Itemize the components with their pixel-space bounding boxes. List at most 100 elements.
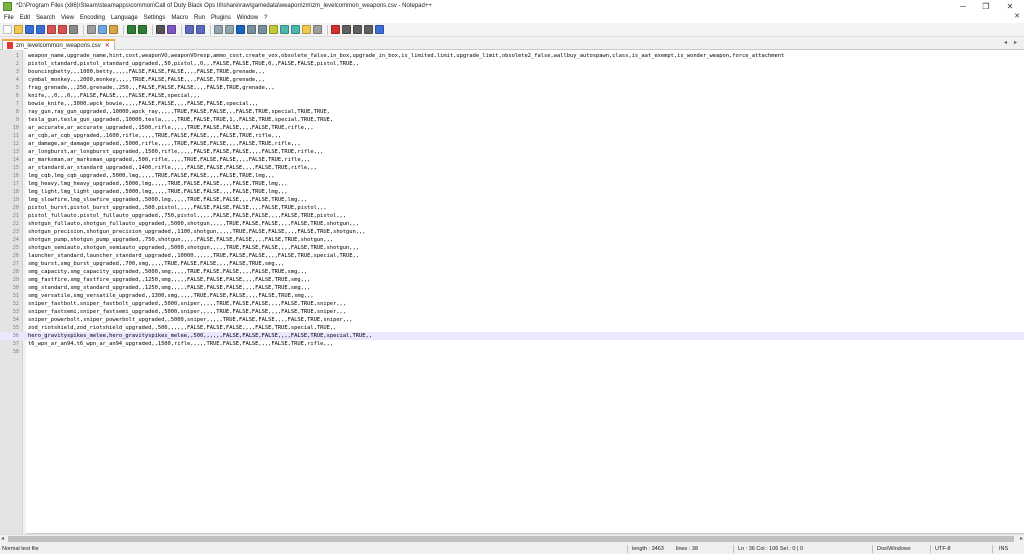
line-text[interactable]: smg_capacity,smg_capacity_upgraded,,5000… [28, 268, 307, 276]
scrollbar-thumb[interactable] [8, 536, 1014, 542]
save-macro-icon[interactable] [375, 25, 384, 34]
editor-line[interactable]: 21 pistol_fullauto,pistol_fullauto_upgrad… [0, 212, 1024, 220]
editor-line[interactable]: 26 launcher_standard,launcher_standard_up… [0, 252, 1024, 260]
editor-line[interactable]: 24 shotgun_pump,shotgun_pump_upgraded,,75… [0, 236, 1024, 244]
menu-plugins[interactable]: Plugins [211, 15, 231, 21]
line-text[interactable]: pistol_standard,pistol_standard_upgraded… [28, 60, 359, 68]
line-text[interactable]: smg_versatile,smg_versatile_upgraded,,13… [28, 292, 314, 300]
line-text[interactable]: smg_fastfire,smg_fastfire_upgraded,,1250… [28, 276, 310, 284]
line-text[interactable]: cymbal_monkey,,,2000,monkey,,,,,TRUE,FAL… [28, 76, 265, 84]
tab-close-icon[interactable]: ✕ [105, 42, 110, 49]
line-text[interactable]: sniper_fastbolt,sniper_fastbolt_upgraded… [28, 300, 346, 308]
line-text[interactable]: zod_riotshield,zod_riotshield_upgraded,,… [28, 324, 336, 332]
zoom-in-icon[interactable] [185, 25, 194, 34]
editor-line[interactable]: 27 smg_burst,smg_burst_upgraded,,700,smg,… [0, 260, 1024, 268]
editor-line[interactable]: 18 lmg_light,lmg_light_upgraded,,5000,lmg… [0, 188, 1024, 196]
editor-line[interactable]: 28 smg_capacity,smg_capacity_upgraded,,50… [0, 268, 1024, 276]
editor-line[interactable]: 35 zod_riotshield,zod_riotshield_upgraded… [0, 324, 1024, 332]
folder-workspace-icon[interactable] [302, 25, 311, 34]
cut-icon[interactable] [87, 25, 96, 34]
line-text[interactable]: lmg_cqb,lmg_cqb_upgraded,,5000,lmg,,,,,T… [28, 172, 275, 180]
line-text[interactable]: shotgun_fullauto,shotgun_fullauto_upgrad… [28, 220, 359, 228]
editor-line[interactable]: 36 hero_gravityspikes_melee,hero_gravitys… [0, 332, 1024, 340]
play-macro-icon[interactable] [353, 25, 362, 34]
close-window-button[interactable]: ✕ [999, 0, 1021, 12]
editor-line[interactable]: 17 lmg_heavy,lmg_heavy_upgraded,,5000,lmg… [0, 180, 1024, 188]
editor-line[interactable]: 38 [0, 348, 1024, 356]
line-text[interactable]: t6_wpn_ar_an94,t6_wpn_ar_an94_upgraded,,… [28, 340, 333, 348]
tab-scroll-left-icon[interactable]: ◂ [1004, 39, 1007, 46]
zoom-out-icon[interactable] [196, 25, 205, 34]
line-text[interactable]: ar_longburst,ar_longburst_upgraded,,1500… [28, 148, 323, 156]
line-text[interactable]: ar_standard,ar_standard_upgraded,,1400,r… [28, 164, 317, 172]
line-text[interactable]: ar_damage,ar_damage_upgraded,,5000,rifle… [28, 140, 301, 148]
maximize-button[interactable]: ❐ [975, 0, 997, 12]
editor-line[interactable]: 1 weapon_name,upgrade_name,hint,cost,weap… [0, 52, 1024, 60]
stop-record-icon[interactable] [342, 25, 351, 34]
close-icon[interactable] [47, 25, 56, 34]
menu-language[interactable]: Language [111, 15, 138, 21]
editor-line[interactable]: 7 bowie_knife,,,3000,wpck_bowie,,,,,FALSE… [0, 100, 1024, 108]
line-text[interactable]: lmg_slowfire,lmg_slowfire_upgraded,,5000… [28, 196, 307, 204]
editor-line[interactable]: 31 smg_versatile,smg_versatile_upgraded,,… [0, 292, 1024, 300]
editor-line[interactable]: 23 shotgun_precision,shotgun_precision_up… [0, 228, 1024, 236]
editor-line[interactable]: 4 cymbal_monkey,,,2000,monkey,,,,,TRUE,FA… [0, 76, 1024, 84]
close-document-button[interactable]: ✕ [1014, 12, 1020, 20]
editor-line[interactable]: 34 sniper_powerbolt,sniper_powerbolt_upgr… [0, 316, 1024, 324]
word-wrap-icon[interactable] [236, 25, 245, 34]
indent-guide-icon[interactable] [258, 25, 267, 34]
line-text[interactable]: frag_grenade,,,250,grenade,,250,,,FALSE,… [28, 84, 275, 92]
editor-line[interactable]: 11 ar_cqb,ar_cqb_upgraded,,1600,rifle,,,,… [0, 132, 1024, 140]
editor-line[interactable]: 14 ar_marksman,ar_marksman_upgraded,,500,… [0, 156, 1024, 164]
run-macro-multiple-icon[interactable] [364, 25, 373, 34]
sync-vertical-icon[interactable] [214, 25, 223, 34]
editor-line[interactable]: 15 ar_standard,ar_standard_upgraded,,1400… [0, 164, 1024, 172]
undo-icon[interactable] [127, 25, 136, 34]
scroll-right-arrow-icon[interactable]: ▸ [1020, 535, 1023, 543]
editor-line[interactable]: 33 sniper_fastsemi,sniper_fastsemi_upgrad… [0, 308, 1024, 316]
editor-line[interactable]: 13 ar_longburst,ar_longburst_upgraded,,15… [0, 148, 1024, 156]
editor-line[interactable]: 16 lmg_cqb,lmg_cqb_upgraded,,5000,lmg,,,,… [0, 172, 1024, 180]
menu-macro[interactable]: Macro [171, 15, 188, 21]
editor-line[interactable]: 22 shotgun_fullauto,shotgun_fullauto_upgr… [0, 220, 1024, 228]
record-macro-icon[interactable] [331, 25, 340, 34]
menu-run[interactable]: Run [194, 15, 205, 21]
editor-line[interactable]: 37 t6_wpn_ar_an94,t6_wpn_ar_an94_upgraded… [0, 340, 1024, 348]
line-text[interactable]: smg_standard,smg_standard_upgraded,,1250… [28, 284, 310, 292]
editor-line[interactable]: 6 knife,,,0,,,0,,,FALSE,FALSE,,,,FALSE,FA… [0, 92, 1024, 100]
user-lang-icon[interactable] [269, 25, 278, 34]
save-icon[interactable] [25, 25, 34, 34]
editor-line[interactable]: 2 pistol_standard,pistol_standard_upgrade… [0, 60, 1024, 68]
menu-encoding[interactable]: Encoding [80, 15, 105, 21]
text-lines[interactable]: 1 weapon_name,upgrade_name,hint,cost,weap… [0, 52, 1024, 356]
tab-zm-levelcommon-weapons[interactable]: zm_levelcommon_weapons.csv ✕ [2, 39, 115, 50]
line-text[interactable]: ar_cqb,ar_cqb_upgraded,,1600,rifle,,,,,T… [28, 132, 281, 140]
line-text[interactable]: hero_gravityspikes_melee,hero_gravityspi… [28, 332, 372, 340]
editor-line[interactable]: 10 ar_accurate,ar_accurate_upgraded,,1500… [0, 124, 1024, 132]
line-text[interactable]: tesla_gun,tesla_gun_upgraded,,10000,tesl… [28, 116, 333, 124]
tab-scroll-right-icon[interactable]: ▸ [1014, 39, 1017, 46]
line-text[interactable]: smg_burst,smg_burst_upgraded,,700,smg,,,… [28, 260, 284, 268]
redo-icon[interactable] [138, 25, 147, 34]
horizontal-scrollbar[interactable]: ◂ ▸ [0, 534, 1024, 542]
line-text[interactable]: shotgun_precision,shotgun_precision_upgr… [28, 228, 366, 236]
copy-icon[interactable] [98, 25, 107, 34]
editor-line[interactable]: 20 pistol_burst,pistol_burst_upgraded,,50… [0, 204, 1024, 212]
line-text[interactable]: bowie_knife,,,3000,wpck_bowie,,,,,FALSE,… [28, 100, 258, 108]
editor-line[interactable]: 9 tesla_gun,tesla_gun_upgraded,,10000,tes… [0, 116, 1024, 124]
menu-help[interactable]: ? [264, 15, 267, 21]
line-text[interactable]: ar_accurate,ar_accurate_upgraded,,1500,r… [28, 124, 314, 132]
menu-view[interactable]: View [61, 15, 74, 21]
print-icon[interactable] [69, 25, 78, 34]
line-text[interactable]: knife,,,0,,,0,,,FALSE,FALSE,,,,FALSE,FAL… [28, 92, 200, 100]
show-all-chars-icon[interactable] [247, 25, 256, 34]
scroll-left-arrow-icon[interactable]: ◂ [1, 535, 4, 543]
line-text[interactable]: ray_gun,ray_gun_upgraded,,10000,wpck_ray… [28, 108, 330, 116]
menu-search[interactable]: Search [36, 15, 55, 21]
editor-line[interactable]: 29 smg_fastfire,smg_fastfire_upgraded,,12… [0, 276, 1024, 284]
editor-line[interactable]: 19 lmg_slowfire,lmg_slowfire_upgraded,,50… [0, 196, 1024, 204]
line-text[interactable]: lmg_heavy,lmg_heavy_upgraded,,5000,lmg,,… [28, 180, 288, 188]
menu-file[interactable]: File [4, 15, 14, 21]
line-text[interactable]: lmg_light,lmg_light_upgraded,,5000,lmg,,… [28, 188, 288, 196]
line-text[interactable]: bouncingbetty,,,1000,betty,,,,,FALSE,FAL… [28, 68, 265, 76]
